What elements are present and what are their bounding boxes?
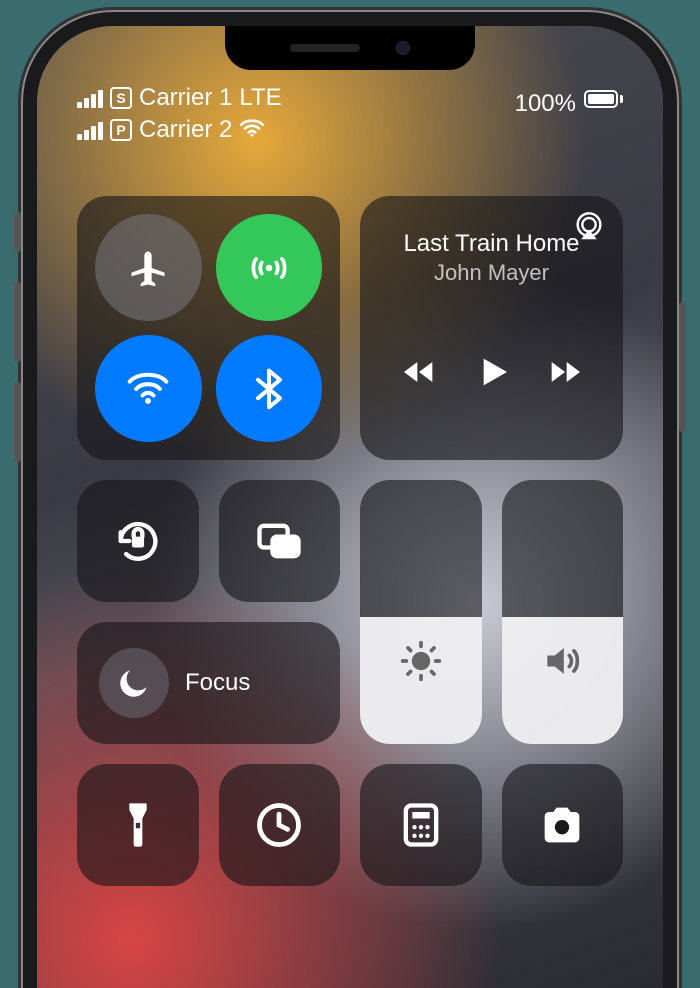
play-button[interactable] — [472, 352, 512, 397]
connectivity-module[interactable] — [77, 196, 340, 460]
orientation-lock-button[interactable] — [77, 480, 199, 602]
flashlight-button[interactable] — [77, 764, 199, 886]
carrier-line-1: S Carrier 1 LTE — [77, 84, 282, 112]
media-module[interactable]: Last Train Home John Mayer — [360, 196, 623, 460]
carrier-2-name: Carrier 2 — [139, 116, 232, 144]
volume-up-button[interactable] — [14, 282, 21, 362]
brightness-icon — [399, 639, 443, 688]
carrier-1-network: LTE — [239, 84, 281, 112]
focus-label: Focus — [185, 669, 250, 697]
mute-switch[interactable] — [14, 212, 21, 252]
volume-slider[interactable] — [502, 480, 624, 744]
side-button[interactable] — [679, 302, 686, 432]
carrier-1-name: Carrier 1 — [139, 84, 232, 112]
signal-bars-icon — [77, 120, 103, 140]
wifi-toggle[interactable] — [95, 335, 202, 442]
screen: S Carrier 1 LTE P Carrier 2 — [37, 26, 663, 988]
status-bar: S Carrier 1 LTE P Carrier 2 — [37, 70, 663, 144]
track-title: Last Train Home — [382, 230, 601, 258]
next-track-button[interactable] — [545, 352, 585, 397]
iphone-device-frame: S Carrier 1 LTE P Carrier 2 — [23, 12, 677, 988]
screen-mirroring-button[interactable] — [219, 480, 341, 602]
timer-button[interactable] — [219, 764, 341, 886]
volume-down-button[interactable] — [14, 382, 21, 462]
cellular-data-toggle[interactable] — [216, 214, 323, 321]
previous-track-button[interactable] — [399, 352, 439, 397]
volume-icon — [540, 639, 584, 688]
signal-bars-icon — [77, 88, 103, 108]
status-right: 100% — [515, 84, 623, 144]
carrier-line-2: P Carrier 2 — [77, 116, 282, 144]
track-artist: John Mayer — [382, 260, 601, 286]
focus-button[interactable]: Focus — [77, 622, 340, 744]
status-left: S Carrier 1 LTE P Carrier 2 — [77, 84, 282, 144]
battery-percent: 100% — [515, 90, 576, 118]
calculator-button[interactable] — [360, 764, 482, 886]
wifi-icon — [239, 116, 265, 144]
brightness-slider[interactable] — [360, 480, 482, 744]
battery-icon — [584, 90, 623, 108]
control-center: Last Train Home John Mayer — [77, 196, 623, 886]
camera-button[interactable] — [502, 764, 624, 886]
airplane-mode-toggle[interactable] — [95, 214, 202, 321]
moon-icon — [99, 648, 169, 718]
airplay-icon[interactable] — [573, 210, 605, 247]
bluetooth-toggle[interactable] — [216, 335, 323, 442]
sim-badge-2: P — [110, 119, 132, 141]
sim-badge-1: S — [110, 87, 132, 109]
notch — [225, 26, 475, 70]
